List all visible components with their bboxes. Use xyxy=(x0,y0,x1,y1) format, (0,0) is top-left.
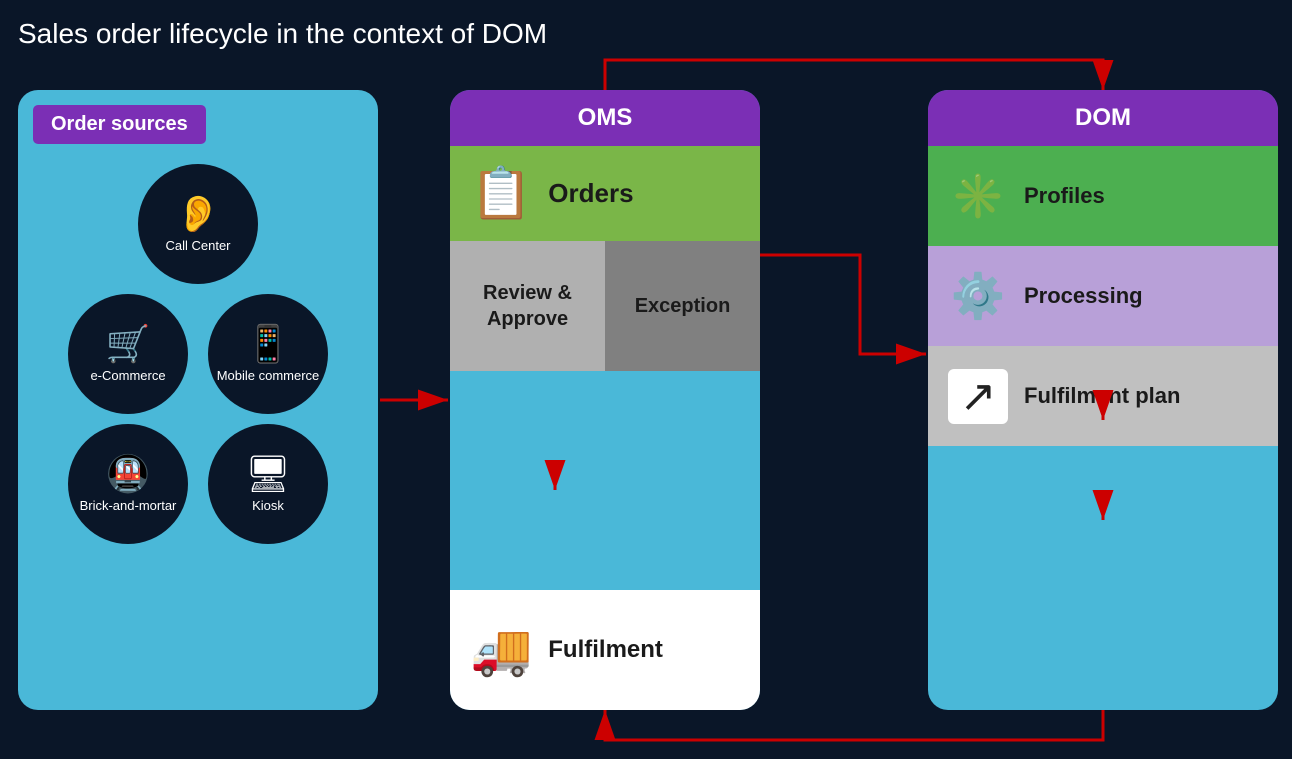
source-call-center: 👂 Call Center xyxy=(138,164,258,284)
icons-row-3: 🚇 Brick-and-mortar 🖥 Kiosk xyxy=(68,424,328,544)
dom-profiles-section: ✳️ Profiles xyxy=(928,146,1278,246)
dom-box: DOM ✳️ Profiles ⚙️ Processing ↗ Fulfilme… xyxy=(928,90,1278,710)
fulfilment-plan-icon: ↗ xyxy=(948,369,1008,424)
page-title: Sales order lifecycle in the context of … xyxy=(18,18,547,50)
mobile-label: Mobile commerce xyxy=(217,368,320,383)
icons-grid: 👂 Call Center 🛒 e-Commerce 📱 Mobile comm… xyxy=(33,164,363,544)
fulfilment-plan-label: Fulfilment plan xyxy=(1024,383,1180,409)
orders-icon: 📋 xyxy=(470,164,532,223)
fulfilment-truck-icon: 🚚 xyxy=(470,621,532,680)
mobile-icon: 📱 xyxy=(246,326,291,362)
oms-middle-section: Review & Approve Exception xyxy=(450,241,760,371)
oms-spacer xyxy=(450,371,760,590)
kiosk-icon: 🖥 xyxy=(245,456,291,492)
oms-orders-section: 📋 Orders xyxy=(450,146,760,241)
review-approve-label: Review & Approve xyxy=(460,280,595,332)
review-approve-box: Review & Approve xyxy=(450,241,605,371)
order-sources-label: Order sources xyxy=(33,105,206,144)
dom-gap xyxy=(928,446,1278,710)
processing-gears-icon: ⚙️ xyxy=(948,270,1008,322)
call-center-label: Call Center xyxy=(165,238,230,253)
source-brick: 🚇 Brick-and-mortar xyxy=(68,424,188,544)
oms-fulfilment-section: 🚚 Fulfilment xyxy=(450,590,760,710)
call-center-icon: 👂 xyxy=(176,196,221,232)
processing-label: Processing xyxy=(1024,283,1143,309)
ecommerce-icon: 🛒 xyxy=(106,326,151,362)
dom-processing-section: ⚙️ Processing xyxy=(928,246,1278,346)
profiles-label: Profiles xyxy=(1024,183,1105,209)
orders-label: Orders xyxy=(548,178,633,209)
oms-box: OMS 📋 Orders Review & Approve Exception … xyxy=(450,90,760,710)
source-kiosk: 🖥 Kiosk xyxy=(208,424,328,544)
kiosk-label: Kiosk xyxy=(252,498,284,513)
ecommerce-label: e-Commerce xyxy=(90,368,165,383)
dom-fulfilment-plan-section: ↗ Fulfilment plan xyxy=(928,346,1278,446)
oms-header: OMS xyxy=(450,90,760,146)
exception-label: Exception xyxy=(635,295,731,318)
source-ecommerce: 🛒 e-Commerce xyxy=(68,294,188,414)
profiles-puzzle-icon: ✳️ xyxy=(948,170,1008,222)
exception-box: Exception xyxy=(605,241,760,371)
oms-fulfilment-label: Fulfilment xyxy=(548,636,663,664)
source-mobile: 📱 Mobile commerce xyxy=(208,294,328,414)
dom-header: DOM xyxy=(928,90,1278,146)
brick-label: Brick-and-mortar xyxy=(80,498,177,513)
brick-icon: 🚇 xyxy=(106,456,151,492)
icons-row-2: 🛒 e-Commerce 📱 Mobile commerce xyxy=(68,294,328,414)
order-sources-box: Order sources 👂 Call Center 🛒 e-Commerce… xyxy=(18,90,378,710)
icons-row-1: 👂 Call Center xyxy=(138,164,258,284)
